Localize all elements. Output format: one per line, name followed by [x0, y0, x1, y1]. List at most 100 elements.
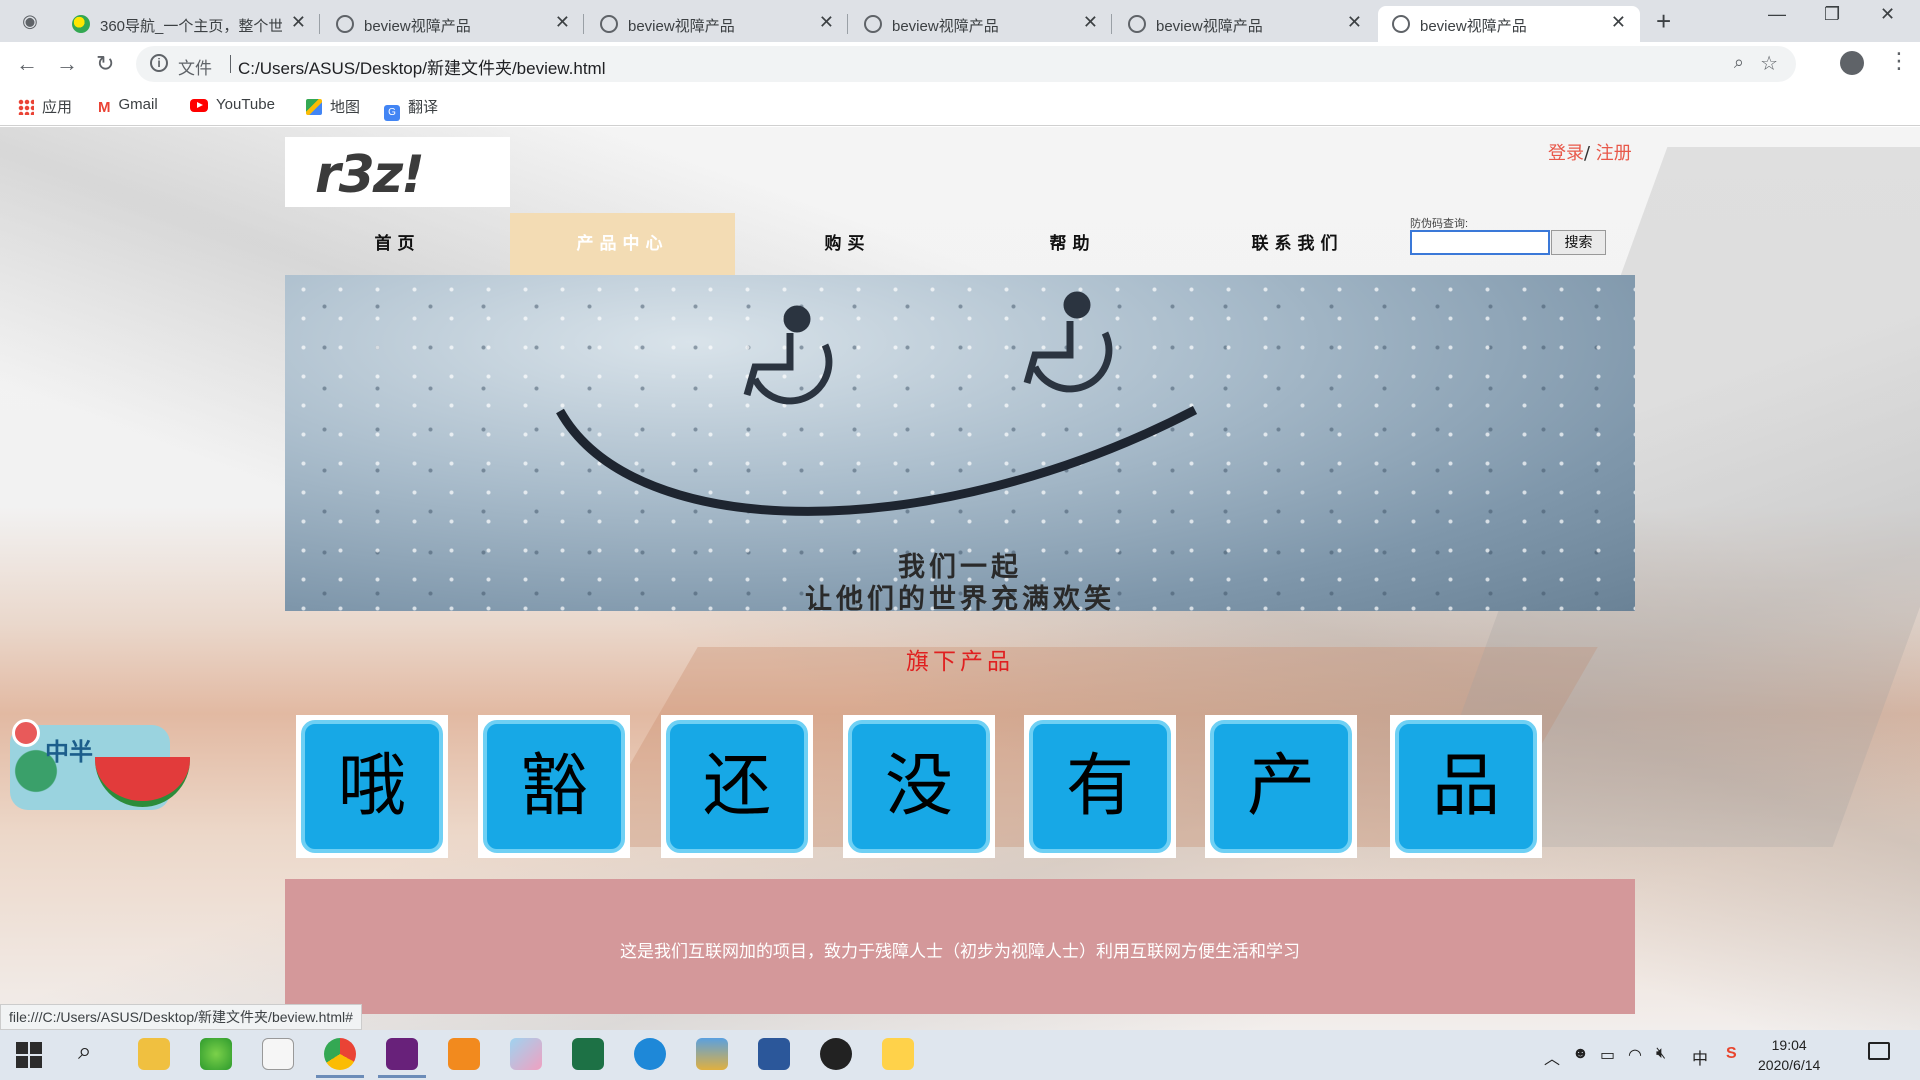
- product-card[interactable]: 有: [1024, 715, 1176, 858]
- tab-close-icon[interactable]: ✕: [291, 12, 306, 33]
- tab-title: beview视障产品: [1156, 18, 1263, 35]
- nav-contact[interactable]: 联系我们: [1185, 213, 1410, 275]
- edge-icon[interactable]: [634, 1038, 666, 1070]
- taskbar-search-icon[interactable]: ⌕: [78, 1038, 91, 1066]
- windows-start-icon[interactable]: [16, 1042, 42, 1068]
- translate-icon: G: [384, 105, 400, 121]
- main-nav: 首页 产品中心 购买 帮助 联系我们: [285, 213, 1410, 275]
- hero-banner: 我们一起 让他们的世界充满欢笑: [285, 275, 1635, 611]
- ime-indicator[interactable]: 中: [1692, 1045, 1708, 1069]
- excel-icon[interactable]: [572, 1038, 604, 1070]
- new-tab-icon[interactable]: +: [1656, 6, 1671, 37]
- volume-muted-icon[interactable]: 🔇︎: [1656, 1045, 1666, 1063]
- anti-counterfeit-search-input[interactable]: [1410, 230, 1550, 255]
- wifi-icon[interactable]: ◠: [1628, 1045, 1642, 1065]
- floating-sticker[interactable]: 中半: [0, 717, 190, 817]
- tab-close-icon[interactable]: ✕: [1611, 12, 1626, 33]
- wheelchair-icon: [1023, 291, 1113, 393]
- tab-title: beview视障产品: [1420, 18, 1527, 35]
- product-card[interactable]: 哦: [296, 715, 448, 858]
- bookmark-gmail[interactable]: M Gmail: [98, 96, 158, 116]
- windows-taskbar: ⌕ ︿ ☻ ▭ ◠ 🔇︎ 中 S 19:04 2020/6/14: [0, 1030, 1920, 1080]
- tab-close-icon[interactable]: ✕: [1347, 12, 1362, 33]
- bookmark-youtube[interactable]: YouTube: [190, 96, 275, 113]
- window-close-icon[interactable]: ✕: [1880, 4, 1895, 25]
- globe-icon: [336, 15, 354, 33]
- tab-close-icon[interactable]: ✕: [1083, 12, 1098, 33]
- battery-icon[interactable]: ▭: [1600, 1045, 1615, 1065]
- bookmark-star-icon[interactable]: ☆: [1760, 51, 1778, 76]
- bookmark-maps[interactable]: 地图: [306, 96, 360, 117]
- tab-close-icon[interactable]: ✕: [819, 12, 834, 33]
- browser-tab[interactable]: 360导航_一个主页，整个世界 ✕: [58, 6, 320, 42]
- tab-title: beview视障产品: [628, 18, 735, 35]
- tab-close-icon[interactable]: ✕: [555, 12, 570, 33]
- browser-tab[interactable]: beview视障产品 ✕: [322, 6, 584, 42]
- product-card[interactable]: 豁: [478, 715, 630, 858]
- product-card[interactable]: 品: [1390, 715, 1542, 858]
- 360-icon: [72, 15, 90, 33]
- browser-menu-icon[interactable]: ⋮: [1888, 48, 1910, 74]
- address-scheme-label: 文件: [178, 59, 212, 78]
- nav-help[interactable]: 帮助: [960, 213, 1185, 275]
- globe-icon: [864, 15, 882, 33]
- back-icon[interactable]: ←: [16, 51, 38, 77]
- nav-home[interactable]: 首页: [285, 213, 510, 275]
- tab-divider: [319, 14, 320, 34]
- forward-icon[interactable]: →: [56, 51, 78, 77]
- chrome-icon[interactable]: [316, 1038, 364, 1078]
- taskbar-clock[interactable]: 19:04 2020/6/14: [1758, 1035, 1820, 1075]
- typora-icon[interactable]: [262, 1038, 294, 1070]
- minimize-icon[interactable]: —: [1768, 4, 1786, 25]
- reload-icon[interactable]: ↻: [96, 51, 114, 77]
- tray-expand-icon[interactable]: ︿: [1544, 1045, 1560, 1069]
- info-icon[interactable]: i: [150, 54, 168, 72]
- browser-tab[interactable]: beview视障产品 ✕: [850, 6, 1112, 42]
- zoom-icon[interactable]: ⌕: [1734, 52, 1744, 73]
- register-link[interactable]: 注册: [1590, 143, 1632, 164]
- apps-icon: [18, 99, 34, 115]
- archive-icon[interactable]: [696, 1038, 728, 1070]
- profile-avatar-icon[interactable]: [1840, 51, 1864, 75]
- bookmark-translate[interactable]: G 翻译: [384, 96, 438, 121]
- status-bar-url: file:///C:/Users/ASUS/Desktop/新建文件夹/bevi…: [0, 1004, 362, 1030]
- address-bar[interactable]: i 文件 C:/Users/ASUS/Desktop/新建文件夹/beview.…: [136, 46, 1796, 82]
- file-explorer-icon[interactable]: [138, 1038, 170, 1070]
- product-card[interactable]: 产: [1205, 715, 1357, 858]
- product-tile-text: 哦: [301, 720, 443, 853]
- nav-buy[interactable]: 购买: [735, 213, 960, 275]
- product-tile-text: 没: [848, 720, 990, 853]
- restore-icon[interactable]: ❐: [1824, 4, 1840, 25]
- product-tile-text: 品: [1395, 720, 1537, 853]
- qq-icon[interactable]: ☻: [1572, 1045, 1589, 1063]
- browser-tab[interactable]: beview视障产品 ✕: [586, 6, 848, 42]
- paint-icon[interactable]: [510, 1038, 542, 1070]
- sticker-text: 中半: [45, 737, 93, 766]
- app-icon[interactable]: [882, 1038, 914, 1070]
- login-link[interactable]: 登录: [1548, 143, 1584, 164]
- bookmark-label: 应用: [42, 99, 73, 116]
- sogou-ime-icon[interactable]: S: [1726, 1045, 1737, 1063]
- bookmark-label: 翻译: [408, 99, 439, 116]
- bookmark-apps[interactable]: 应用: [18, 96, 72, 117]
- word-icon[interactable]: [758, 1038, 790, 1070]
- visual-studio-icon[interactable]: [378, 1038, 426, 1078]
- tab-search-icon[interactable]: ◉: [18, 9, 42, 33]
- browser-tab[interactable]: beview视障产品 ✕: [1114, 6, 1376, 42]
- notification-center-icon[interactable]: [1868, 1042, 1890, 1060]
- sublime-text-icon[interactable]: [448, 1038, 480, 1070]
- nav-product-center[interactable]: 产品中心: [510, 213, 735, 275]
- wheelchair-icon: [743, 305, 833, 405]
- gmail-icon: M: [98, 99, 111, 116]
- 360-browser-icon[interactable]: [200, 1038, 232, 1070]
- site-logo[interactable]: r3z!: [285, 137, 510, 207]
- smile-arc: [556, 406, 1198, 516]
- media-player-icon[interactable]: [820, 1038, 852, 1070]
- bookmark-label: 地图: [330, 99, 361, 116]
- browser-tab-active[interactable]: beview视障产品 ✕: [1378, 6, 1640, 42]
- product-card[interactable]: 还: [661, 715, 813, 858]
- search-button[interactable]: 搜索: [1551, 230, 1606, 255]
- tab-divider: [1111, 14, 1112, 34]
- address-url[interactable]: C:/Users/ASUS/Desktop/新建文件夹/beview.html: [238, 54, 605, 79]
- product-card[interactable]: 没: [843, 715, 995, 858]
